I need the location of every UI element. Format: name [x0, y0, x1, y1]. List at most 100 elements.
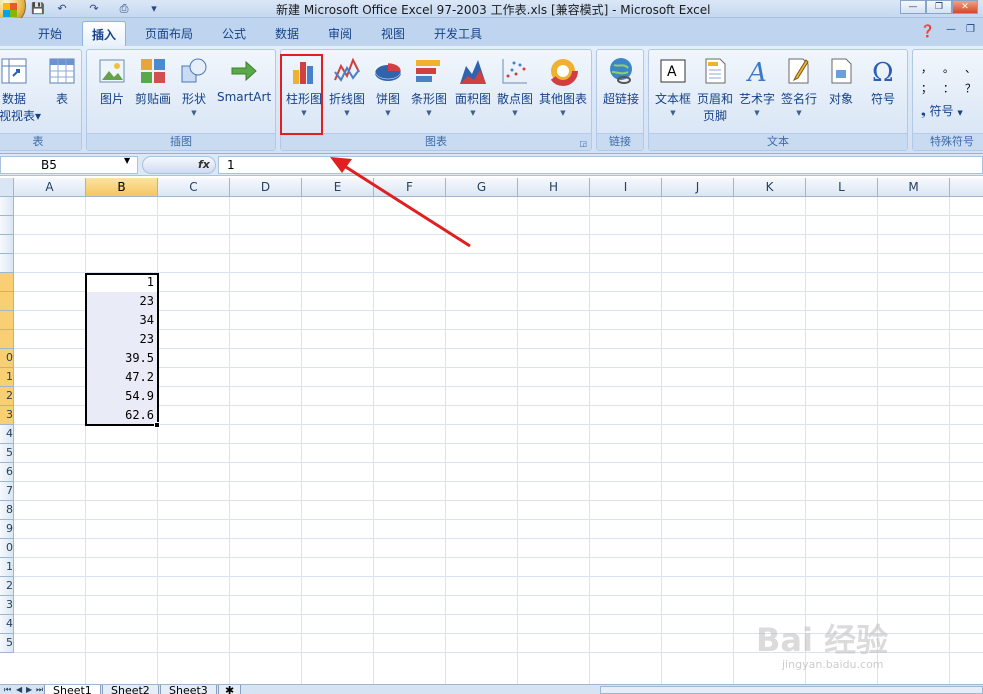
wordart-button[interactable]: A 艺术字 ▼	[737, 56, 777, 117]
row-header[interactable]: 0	[0, 539, 14, 558]
row-header[interactable]: 1	[0, 368, 14, 387]
line-chart-button[interactable]: 折线图 ▼	[327, 56, 367, 117]
help-icon[interactable]: ❓	[920, 24, 935, 38]
ribbon-minimize-icon[interactable]: —	[946, 24, 956, 35]
tab-formulas[interactable]: 公式	[222, 25, 246, 42]
header-footer-button[interactable]: 页眉和 页脚	[695, 56, 735, 124]
clip-art-button[interactable]: 剪贴画	[135, 56, 171, 107]
row-header[interactable]	[0, 311, 14, 330]
prev-sheet-icon[interactable]: ◀	[16, 685, 22, 694]
pie-chart-button[interactable]: 饼图 ▼	[373, 56, 403, 117]
signature-line-button[interactable]: 签名行 ▼	[779, 56, 819, 117]
special-symbol-dropdown[interactable]: ❟ 符号 ▼	[921, 102, 963, 119]
print-preview-icon[interactable]: ⎙	[116, 1, 132, 16]
column-header-f[interactable]: F	[374, 178, 446, 197]
tab-insert[interactable]: 插入	[82, 21, 127, 47]
minimize-button[interactable]: —	[900, 0, 926, 14]
pivot-table-button[interactable]: 数据 视视表▾	[0, 56, 41, 124]
row-header[interactable]	[0, 273, 14, 292]
tab-view[interactable]: 视图	[381, 25, 405, 42]
sheet-tab-sheet3[interactable]: Sheet3	[160, 685, 217, 694]
column-header-e[interactable]: E	[302, 178, 374, 197]
row-header[interactable]	[0, 197, 14, 216]
hyperlink-button[interactable]: 超链接	[601, 56, 641, 107]
maximize-button[interactable]: ❐	[926, 0, 952, 14]
object-button[interactable]: 对象	[821, 56, 861, 107]
column-header-n[interactable]	[950, 178, 983, 197]
close-button[interactable]: ✕	[952, 0, 978, 14]
row-header[interactable]: 4	[0, 425, 14, 444]
next-sheet-icon[interactable]: ▶	[26, 685, 32, 694]
column-header-k[interactable]: K	[734, 178, 806, 197]
row-header[interactable]: 3	[0, 596, 14, 615]
tab-data[interactable]: 数据	[275, 25, 299, 42]
row-header[interactable]: 9	[0, 520, 14, 539]
row-header[interactable]	[0, 235, 14, 254]
redo-icon[interactable]: ↷	[86, 1, 102, 16]
tab-home[interactable]: 开始	[38, 25, 62, 42]
row-header[interactable]: 1	[0, 558, 14, 577]
row-header[interactable]: 7	[0, 482, 14, 501]
sheet-tab-sheet1[interactable]: Sheet1	[44, 685, 101, 694]
area-chart-button[interactable]: 面积图 ▼	[453, 56, 493, 117]
column-header-g[interactable]: G	[446, 178, 518, 197]
name-box[interactable]: B5	[0, 156, 138, 174]
row-header[interactable]	[0, 216, 14, 235]
tab-page-layout[interactable]: 页面布局	[145, 25, 193, 42]
column-header-a[interactable]: A	[14, 178, 86, 197]
row-header[interactable]: 8	[0, 501, 14, 520]
undo-icon[interactable]: ↶	[54, 1, 70, 16]
table-button[interactable]: 表	[47, 56, 77, 107]
last-sheet-icon[interactable]: ⏭	[36, 685, 43, 694]
row-header[interactable]: 5	[0, 634, 14, 653]
column-header-d[interactable]: D	[230, 178, 302, 197]
row-header[interactable]: 5	[0, 444, 14, 463]
smartart-button[interactable]: SmartArt	[217, 56, 271, 104]
column-header-b[interactable]: B	[86, 178, 158, 197]
row-header[interactable]	[0, 330, 14, 349]
row-header[interactable]: 0	[0, 349, 14, 368]
column-header-c[interactable]: C	[158, 178, 230, 197]
save-icon[interactable]: 💾	[30, 1, 46, 16]
tab-developer[interactable]: 开发工具	[434, 25, 482, 42]
horizontal-scrollbar[interactable]	[600, 686, 983, 694]
sheet-tab-sheet2[interactable]: Sheet2	[102, 685, 159, 694]
insert-sheet-icon[interactable]: ✱	[218, 685, 242, 694]
row-header[interactable]: 6	[0, 463, 14, 482]
symbol-button[interactable]: Ω 符号	[863, 56, 903, 107]
special-symbol-comma[interactable]: ，	[921, 60, 932, 76]
charts-dialog-launcher-icon[interactable]: ◲	[579, 139, 587, 148]
scatter-chart-button[interactable]: 散点图 ▼	[495, 56, 535, 117]
customize-toolbar-icon[interactable]: ▾	[146, 1, 162, 16]
fill-handle[interactable]	[154, 422, 160, 428]
select-all-corner[interactable]	[0, 178, 14, 197]
name-box-dropdown-icon[interactable]: ▼	[124, 156, 130, 165]
special-symbol-colon[interactable]: ：	[943, 80, 954, 96]
column-header-l[interactable]: L	[806, 178, 878, 197]
column-header-h[interactable]: H	[518, 178, 590, 197]
picture-button[interactable]: 图片	[97, 56, 127, 107]
column-header-i[interactable]: I	[590, 178, 662, 197]
special-symbol-enum-comma[interactable]: 、	[965, 60, 976, 76]
first-sheet-icon[interactable]: ⏮	[4, 685, 11, 694]
row-header[interactable]: 2	[0, 387, 14, 406]
row-header[interactable]	[0, 292, 14, 311]
formula-input[interactable]: 1	[218, 156, 983, 174]
tab-review[interactable]: 审阅	[328, 25, 352, 42]
special-symbol-semicolon[interactable]: ；	[921, 80, 932, 96]
special-symbol-question[interactable]: ？	[965, 80, 976, 96]
special-symbol-period[interactable]: 。	[943, 60, 954, 76]
worksheet-grid[interactable]: A B C D E F G H I J K L M 01234567890123…	[0, 178, 983, 684]
insert-function-icon[interactable]: fx	[198, 158, 210, 171]
row-header[interactable]	[0, 254, 14, 273]
row-header[interactable]: 2	[0, 577, 14, 596]
row-header[interactable]: 3	[0, 406, 14, 425]
ribbon-restore-icon[interactable]: ❐	[966, 24, 975, 35]
column-header-m[interactable]: M	[878, 178, 950, 197]
selection-range[interactable]	[85, 273, 159, 426]
row-header[interactable]: 4	[0, 615, 14, 634]
shapes-button[interactable]: 形状 ▼	[179, 56, 209, 117]
text-box-button[interactable]: A 文本框 ▼	[653, 56, 693, 117]
column-header-j[interactable]: J	[662, 178, 734, 197]
other-charts-button[interactable]: 其他图表 ▼	[537, 56, 589, 117]
